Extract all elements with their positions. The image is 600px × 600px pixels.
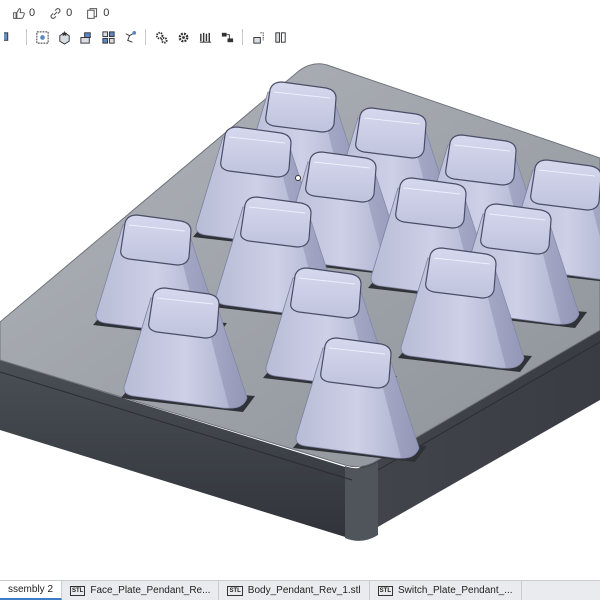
assembly-icon[interactable] [0,27,22,47]
mate-icon[interactable] [31,27,53,47]
tab-face-plate-label: Face_Plate_Pendant_Re... [90,585,211,596]
tab-body[interactable]: STL Body_Pendant_Rev_1.stl [219,581,370,600]
explode-icon[interactable] [97,27,119,47]
graphics-viewport[interactable] [0,48,600,578]
toolbar-divider [145,29,146,45]
toolbar-divider [242,29,243,45]
named-position-icon[interactable] [216,27,238,47]
document-tabs: ssembly 2 STL Face_Plate_Pendant_Re... S… [0,580,600,600]
copies-stat[interactable]: 0 [86,7,109,20]
tab-body-label: Body_Pendant_Rev_1.stl [247,585,361,596]
copy-icon [87,7,98,19]
rack-icon[interactable] [150,27,172,47]
likes-stat[interactable]: 0 [12,7,35,20]
likes-count: 0 [29,7,36,19]
tab-switch-plate-label: Switch_Plate_Pendant_... [398,585,513,596]
gear-relation-icon[interactable] [119,27,141,47]
stl-file-icon: STL [70,585,86,596]
link-icon [50,7,61,19]
linear-relation-icon[interactable] [194,27,216,47]
origin-marker[interactable] [295,175,301,181]
tab-assembly[interactable]: ssembly 2 [0,581,63,600]
assembly-toolbar [0,26,600,48]
stl-file-icon: STL [377,585,393,596]
document-stats-bar: 0 0 0 [0,0,600,26]
tab-face-plate[interactable]: STL Face_Plate_Pendant_Re... [62,581,220,600]
links-count: 0 [66,7,73,19]
thumbs-up-icon [13,7,25,19]
fix-icon[interactable] [269,27,291,47]
stl-file-icon: STL [227,585,243,596]
insert-icon[interactable] [53,27,75,47]
body-corner-edge [345,462,378,541]
copies-count: 0 [103,7,110,19]
tab-assembly-label: ssembly 2 [8,584,54,595]
links-stat[interactable]: 0 [49,7,72,20]
replicate-icon[interactable] [247,27,269,47]
tab-switch-plate[interactable]: STL Switch_Plate_Pendant_... [370,581,522,600]
keypad-model[interactable] [0,48,600,578]
screw-icon[interactable] [172,27,194,47]
pattern-icon[interactable] [75,27,97,47]
toolbar-divider [26,29,27,45]
